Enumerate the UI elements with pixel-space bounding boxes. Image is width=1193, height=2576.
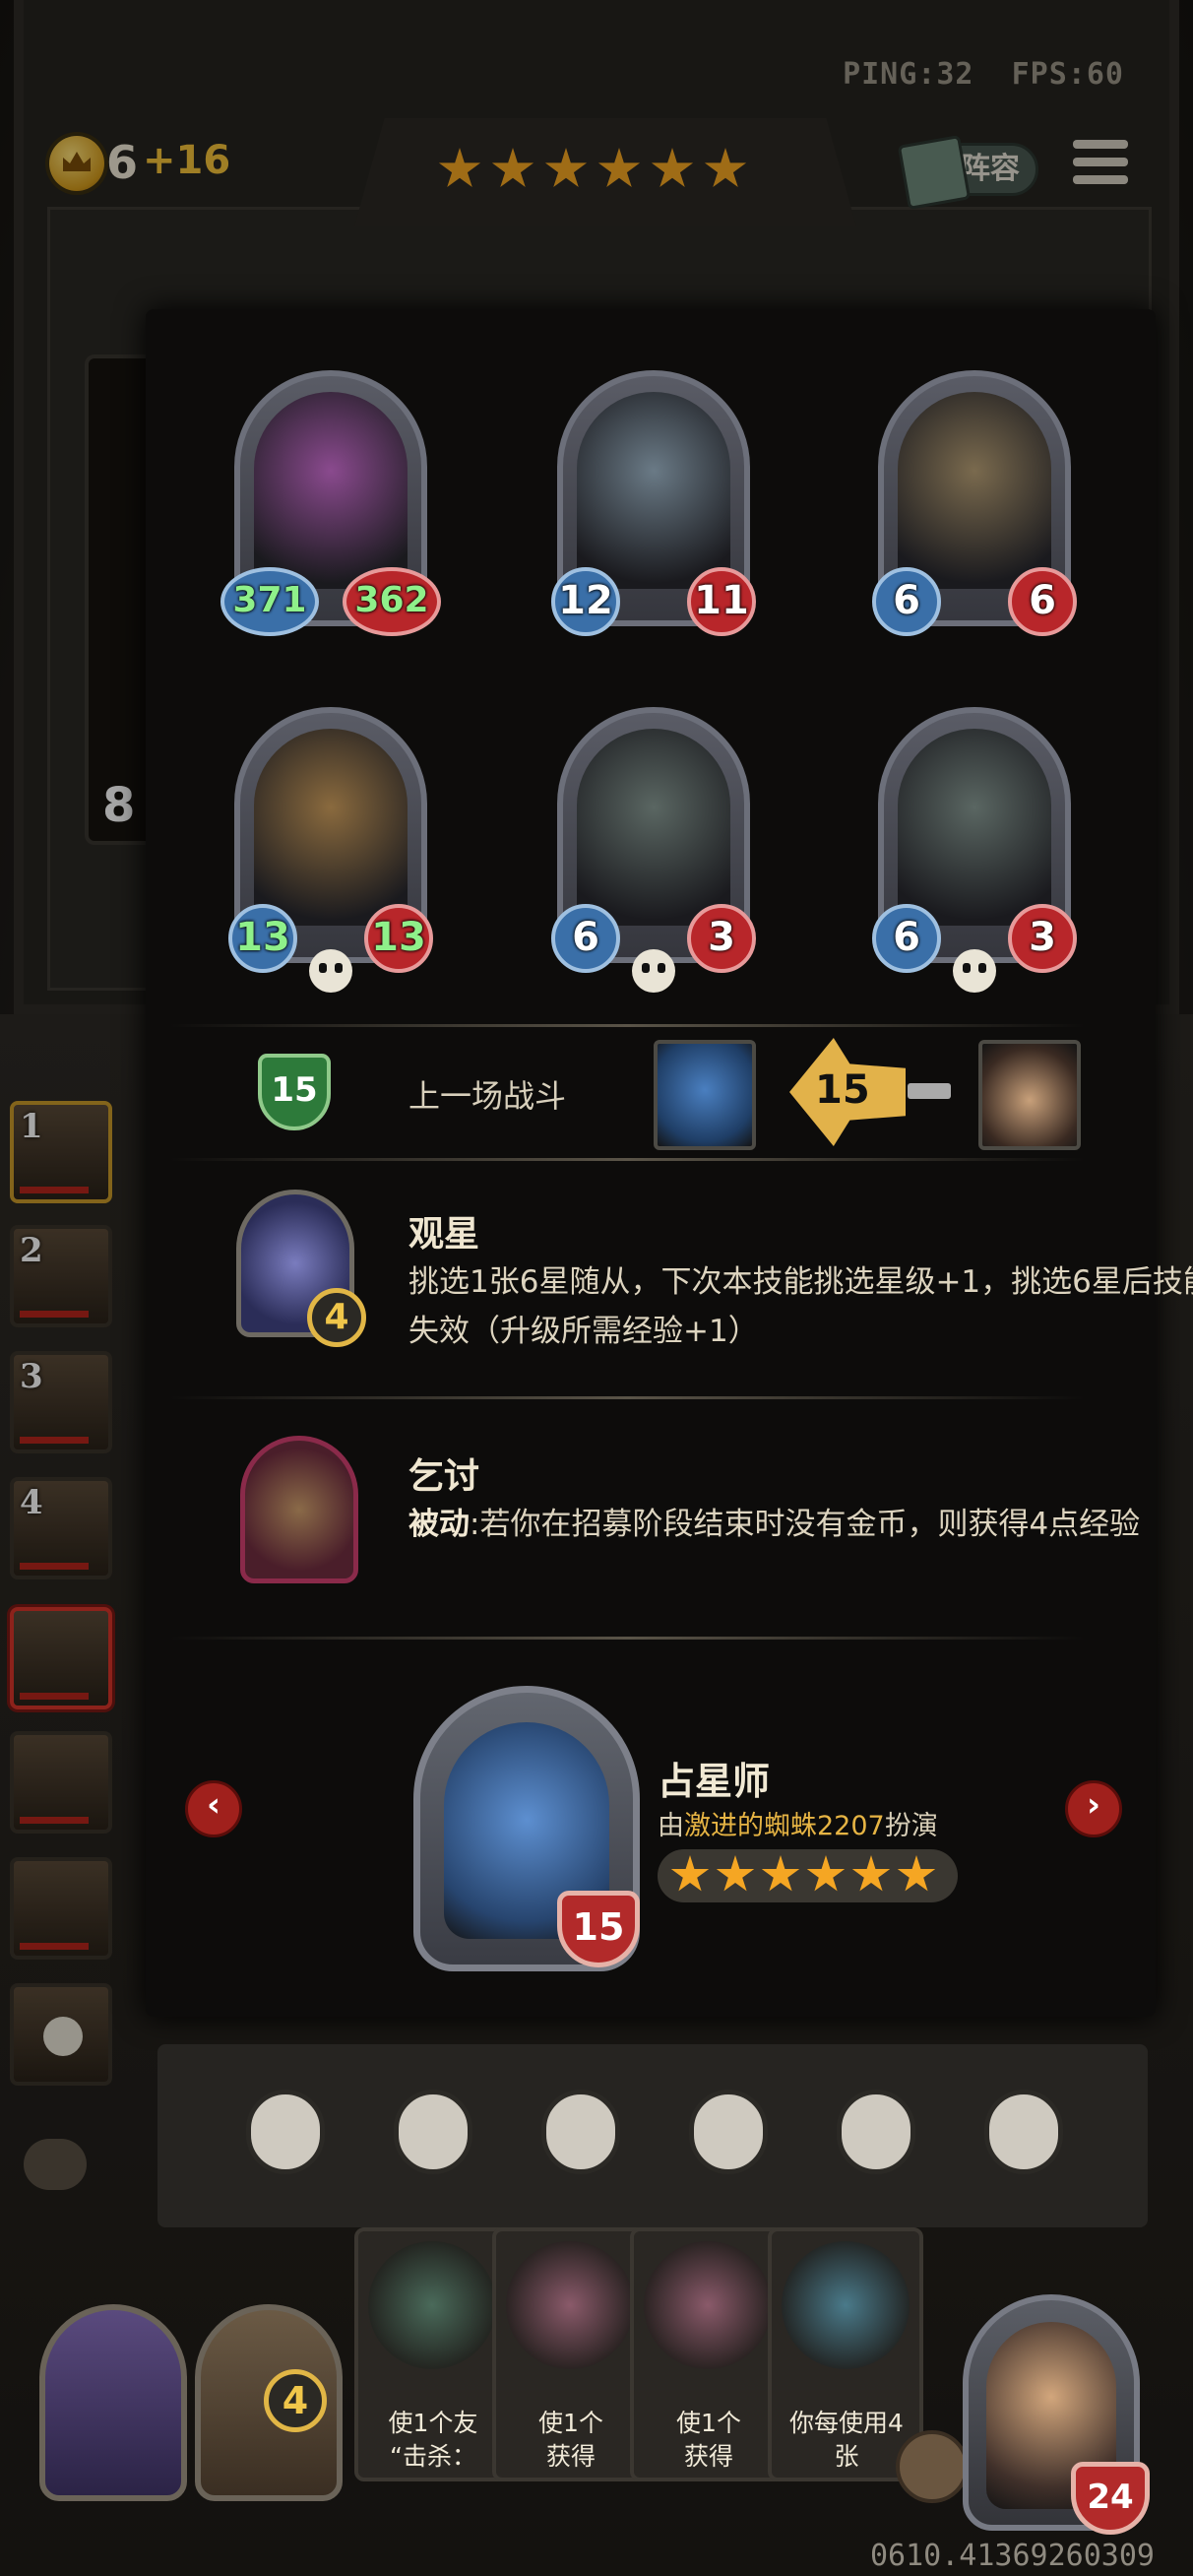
hand-card-text: 使1个 获得 (676, 2409, 741, 2471)
emote-button[interactable] (390, 2086, 476, 2180)
passive-tag: 被动 (408, 1507, 470, 1542)
hand-card-text: 使1个 获得 (538, 2409, 603, 2471)
emote-button[interactable] (242, 2086, 329, 2180)
minion-card[interactable]: 371 362 (220, 370, 441, 636)
hero-stars (658, 1849, 958, 1902)
star-icon (761, 1855, 800, 1892)
hand-card-text: 你每使用4张 本局游戏结 (785, 2409, 908, 2476)
hand-card-art (644, 2241, 772, 2369)
hand-card[interactable]: 使1个友 “击杀： (354, 2227, 510, 2481)
emote-button[interactable] (833, 2086, 919, 2180)
damage-value: 15 (815, 1067, 870, 1113)
sword-icon (908, 1083, 951, 1099)
skull-icon (632, 949, 675, 993)
minion-attack: 371 (220, 567, 319, 636)
star-icon (716, 1855, 755, 1892)
level-up-cost: 4 (264, 2369, 327, 2432)
minion-card[interactable]: 63 (551, 707, 756, 993)
minion-health: 3 (1008, 904, 1077, 973)
divider (169, 1637, 1085, 1640)
emote-button[interactable] (685, 2086, 772, 2180)
emote-button[interactable] (537, 2086, 624, 2180)
minion-health: 6 (1008, 567, 1077, 636)
minion-art (898, 729, 1051, 926)
played-by-prefix: 由 (658, 1811, 684, 1841)
skull-icon (953, 949, 996, 993)
played-by-suffix: 扮演 (884, 1811, 938, 1841)
star-icon (897, 1855, 936, 1892)
armor-shield: 15 (258, 1054, 331, 1130)
striped-shield-icon (984, 2090, 1063, 2174)
minion-health: 11 (687, 567, 756, 636)
minion-attack: 6 (551, 904, 620, 973)
skill-cost: 4 (307, 1288, 366, 1347)
minion-card[interactable]: 66 (872, 370, 1077, 636)
bell-icon[interactable] (896, 2430, 969, 2503)
next-player-button[interactable]: › (1065, 1780, 1122, 1837)
divider (169, 1024, 1085, 1027)
minion-attack: 13 (228, 904, 297, 973)
skull-icon (309, 949, 352, 993)
hand-card-art (506, 2241, 634, 2369)
divider (169, 1158, 1085, 1161)
hand-card-art (782, 2241, 910, 2369)
last-battle-label: 上一场战斗 (408, 1077, 567, 1115)
refresh-shop-button[interactable] (39, 2304, 187, 2501)
star-icon (806, 1855, 846, 1892)
build-id: 0610.41369260309 (870, 2539, 1155, 2573)
minion-card[interactable]: 13 13 (228, 707, 433, 993)
begging-skill-icon (240, 1436, 358, 1583)
minion-health: 13 (364, 904, 433, 973)
alarm-clock-icon (246, 2090, 325, 2174)
minion-health: 3 (687, 904, 756, 973)
previous-player-button[interactable]: ‹ (185, 1780, 242, 1837)
minion-art (577, 392, 730, 589)
skill-description: 被动:若你在招募阶段结束时没有金币，则获得4点经验 (408, 1500, 1193, 1549)
minion-card[interactable]: 12 11 (551, 370, 756, 636)
clown-icon (837, 2090, 915, 2174)
opponent-portrait (654, 1040, 756, 1150)
star-icon (670, 1855, 710, 1892)
hand-card[interactable]: 使1个 获得 (492, 2227, 648, 2481)
cupcake-icon (541, 2090, 620, 2174)
teacup-icon (394, 2090, 472, 2174)
minion-art (898, 392, 1051, 589)
minion-art (254, 392, 408, 589)
minion-attack: 12 (551, 567, 620, 636)
minion-health: 362 (343, 567, 441, 636)
hand-card[interactable]: 使1个 获得 (630, 2227, 785, 2481)
player-name: 激进的蜘蛛2207 (684, 1811, 885, 1841)
skill-description-text: :若你在招募阶段结束时没有金币，则获得4点经验 (470, 1507, 1141, 1542)
skill-title: 观星 (408, 1214, 480, 1255)
minion-attack: 6 (872, 904, 941, 973)
skill-description: 挑选1张6星随从，下次本技能挑选星级+1，挑选6星后技能失效（升级所需经验+1） (408, 1264, 1193, 1350)
minion-art (254, 729, 408, 926)
hand-card-text: 使1个友 “击杀： (388, 2409, 478, 2471)
player-portrait (978, 1040, 1081, 1150)
played-by: 由激进的蜘蛛2207扮演 (658, 1804, 938, 1842)
hero-name: 占星师 (658, 1760, 771, 1803)
hand-card-art (368, 2241, 496, 2369)
divider (169, 1396, 1085, 1399)
star-icon (851, 1855, 891, 1892)
minion-art (577, 729, 730, 926)
emote-button[interactable] (980, 2086, 1067, 2180)
minion-card[interactable]: 63 (872, 707, 1077, 993)
hand-card[interactable]: 你每使用4张 本局游戏结 (768, 2227, 923, 2481)
armor-value: 15 (271, 1070, 318, 1110)
skill-title: 乞讨 (408, 1456, 480, 1497)
screaming-mask-icon (689, 2090, 768, 2174)
minion-attack: 6 (872, 567, 941, 636)
